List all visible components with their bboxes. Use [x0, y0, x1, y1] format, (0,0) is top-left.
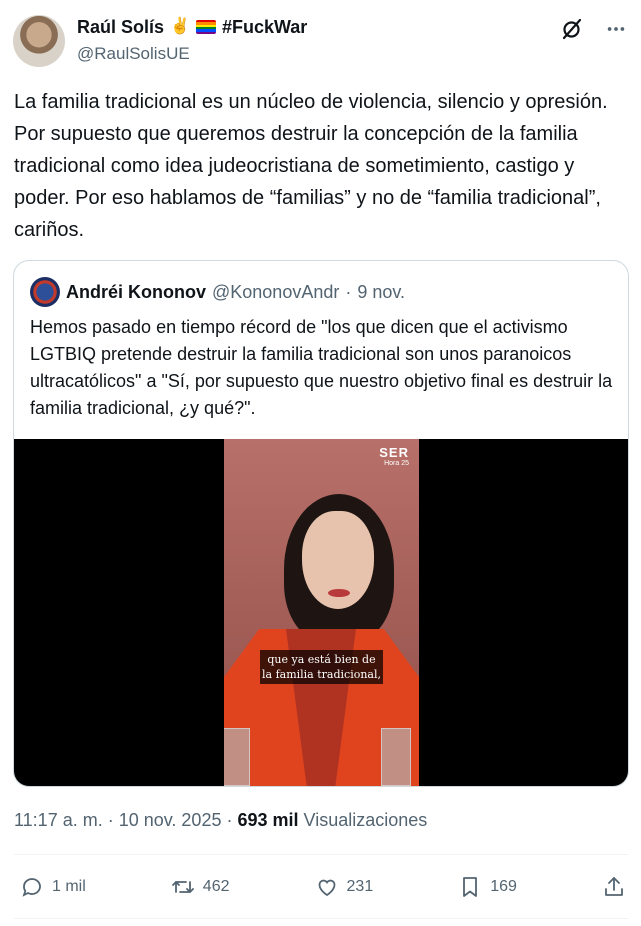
ser-logo-main: SER	[379, 445, 409, 460]
repost-count: 462	[202, 878, 230, 895]
subtitle-line-2: la familia tradicional,	[262, 668, 381, 681]
tweet-meta: 11:17 a. m. · 10 nov. 2025 · 693 mil Vis…	[14, 810, 427, 831]
glass-right	[381, 728, 411, 786]
ser-logo-sub: Hora 25	[384, 460, 409, 467]
like-button[interactable]: 231	[315, 875, 374, 899]
victory-hand-emoji: ✌️	[170, 18, 190, 35]
repost-icon	[171, 881, 194, 893]
quoted-author-handle[interactable]: @KononovAndr	[212, 282, 339, 303]
views-label: Visualizaciones	[303, 810, 428, 830]
reply-count: 1 mil	[52, 878, 86, 895]
quoted-tweet-text: Hemos pasado en tiempo récord de "los qu…	[30, 317, 613, 418]
action-bar: 1 mil 462 231 169	[20, 870, 626, 904]
like-count: 231	[346, 878, 374, 895]
author-display-name[interactable]: Raúl Solís	[77, 17, 164, 38]
repost-button[interactable]: 462	[171, 875, 230, 899]
video-frame: SER Hora 25 que ya está bien de la famil…	[224, 439, 419, 786]
video-player[interactable]: SER Hora 25 que ya está bien de la famil…	[14, 439, 628, 786]
divider-top	[14, 854, 628, 855]
author-name-row[interactable]: Raúl Solís ✌️ #FuckWar	[77, 16, 307, 38]
tweet-timestamp[interactable]: 11:17 a. m. · 10 nov. 2025 ·	[14, 810, 232, 830]
grok-icon[interactable]	[559, 16, 585, 42]
quoted-tweet[interactable]: Andréi Kononov @KononovAndr · 9 nov. Hem…	[13, 260, 629, 787]
author-hashtag: #FuckWar	[221, 16, 308, 37]
share-icon	[605, 877, 623, 896]
share-button[interactable]	[602, 875, 626, 899]
bookmark-count: 169	[490, 878, 517, 895]
ser-logo: SER Hora 25	[379, 445, 409, 467]
author-handle[interactable]: @RaulSolisUE	[77, 44, 190, 64]
subtitle-line-1: que ya está bien de	[267, 653, 376, 666]
quoted-author-avatar[interactable]	[30, 277, 60, 307]
quoted-author-name[interactable]: Andréi Kononov	[66, 282, 206, 303]
divider-bottom	[14, 918, 628, 919]
bookmark-button[interactable]: 169	[458, 875, 517, 899]
quoted-date[interactable]: 9 nov.	[357, 282, 405, 303]
more-icon[interactable]	[603, 16, 629, 42]
quoted-separator: ·	[345, 281, 352, 302]
reply-button[interactable]: 1 mil	[20, 875, 86, 899]
video-person-mouth	[328, 589, 350, 597]
video-subtitle: que ya está bien de la familia tradicion…	[260, 650, 383, 684]
rainbow-flag-icon	[195, 20, 216, 34]
tweet-text: La familia tradicional es un núcleo de v…	[14, 91, 608, 241]
views-count: 693 mil	[237, 810, 299, 830]
heart-icon	[318, 879, 335, 897]
author-avatar[interactable]	[13, 15, 65, 67]
glass-left	[224, 728, 250, 786]
bookmark-icon	[463, 877, 478, 897]
reply-icon	[22, 878, 41, 897]
quoted-tweet-header: Andréi Kononov @KononovAndr · 9 nov.	[30, 277, 405, 307]
